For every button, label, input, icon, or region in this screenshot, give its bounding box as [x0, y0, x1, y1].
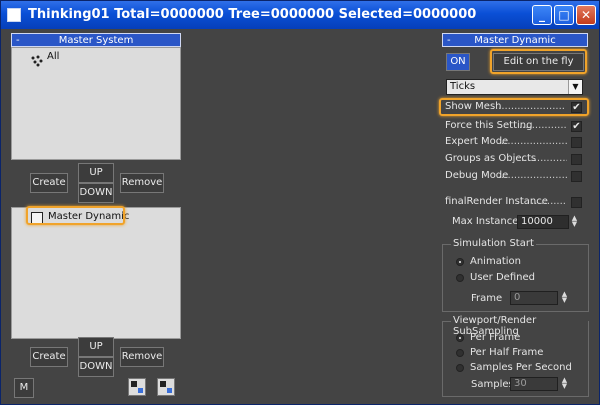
highlight-master-dynamic	[26, 206, 125, 225]
simulation-start-legend: Simulation Start	[451, 238, 536, 249]
user-defined-label: User Defined	[470, 272, 535, 283]
link-node-icon[interactable]	[128, 378, 146, 396]
close-icon[interactable]: ✕	[576, 5, 596, 25]
dynamic-list[interactable]: Master Dynamic	[11, 207, 181, 339]
groups-objects-checkbox[interactable]	[571, 154, 582, 165]
down-button-2[interactable]: DOWN	[78, 357, 114, 377]
expert-mode-label: Expert Mode	[445, 136, 509, 147]
down-button[interactable]: DOWN	[78, 183, 114, 203]
highlight-show-mesh	[439, 98, 589, 116]
maximize-icon[interactable]: □	[554, 5, 574, 25]
frame-spinner-icon[interactable]: ▲ ▼	[560, 291, 569, 305]
title-bar[interactable]: Thinking01 Total=0000000 Tree=0000000 Se…	[1, 1, 599, 29]
master-dynamic-title: Master Dynamic	[474, 35, 556, 46]
up-button[interactable]: UP	[78, 163, 114, 183]
max-instances-spinner-icon[interactable]: ▲ ▼	[570, 215, 579, 229]
frame-label: Frame	[471, 293, 503, 304]
animation-label: Animation	[470, 256, 521, 267]
final-render-checkbox[interactable]	[571, 197, 582, 208]
expert-mode-dots: ..........................	[501, 136, 567, 147]
master-system-header[interactable]: - Master System	[11, 33, 181, 47]
user-defined-radio[interactable]	[456, 274, 464, 282]
dropdown-value: Ticks	[450, 81, 476, 92]
unlink-node-icon[interactable]	[157, 378, 175, 396]
expert-mode-checkbox[interactable]	[571, 137, 582, 148]
master-dynamic-header[interactable]: - Master Dynamic	[442, 33, 588, 47]
create-button-2[interactable]: Create	[30, 347, 68, 367]
collapse-icon[interactable]: -	[16, 34, 20, 48]
app-icon	[7, 8, 21, 22]
per-half-frame-label: Per Half Frame	[470, 347, 544, 358]
collapse-icon-right[interactable]: -	[447, 34, 451, 48]
particle-system-icon	[30, 52, 44, 67]
thinking-window: Thinking01 Total=0000000 Tree=0000000 Se…	[0, 0, 600, 405]
on-toggle[interactable]: ON	[446, 53, 470, 71]
force-setting-checkbox[interactable]: ✔	[571, 121, 582, 132]
samples-label: Samples	[471, 379, 514, 390]
per-frame-label: Per Frame	[470, 332, 521, 343]
remove-button[interactable]: Remove	[120, 173, 164, 193]
debug-mode-dots: ...........................	[498, 170, 567, 181]
highlight-edit-button	[490, 49, 587, 74]
create-button[interactable]: Create	[30, 173, 68, 193]
force-setting-dots: ..................	[519, 120, 567, 131]
master-system-title: Master System	[58, 35, 134, 46]
max-instances-label: Max Instances	[452, 216, 524, 227]
samples-per-second-radio[interactable]	[456, 364, 464, 372]
animation-radio[interactable]	[456, 258, 464, 266]
samples-input[interactable]: 30	[510, 377, 558, 391]
per-frame-radio[interactable]	[456, 334, 464, 342]
m-button[interactable]: M	[14, 378, 34, 398]
max-instances-input[interactable]: 10000	[517, 215, 569, 229]
chevron-down-icon[interactable]: ▼	[568, 80, 582, 94]
per-half-frame-radio[interactable]	[456, 349, 464, 357]
mode-dropdown[interactable]: Ticks ▼	[446, 79, 583, 95]
frame-input[interactable]: 0	[510, 291, 558, 305]
final-render-dots: ............	[531, 196, 567, 207]
samples-per-second-label: Samples Per Second	[470, 362, 572, 373]
list-item-all[interactable]: All	[47, 51, 59, 62]
up-button-2[interactable]: UP	[78, 337, 114, 357]
groups-objects-dots: ...................	[521, 153, 567, 164]
minimize-icon[interactable]: _	[532, 5, 552, 25]
window-title: Thinking01 Total=0000000 Tree=0000000 Se…	[28, 7, 477, 22]
debug-mode-checkbox[interactable]	[571, 171, 582, 182]
remove-button-2[interactable]: Remove	[120, 347, 164, 367]
samples-spinner-icon[interactable]: ▲ ▼	[560, 377, 569, 391]
master-system-list[interactable]: All	[11, 47, 181, 160]
